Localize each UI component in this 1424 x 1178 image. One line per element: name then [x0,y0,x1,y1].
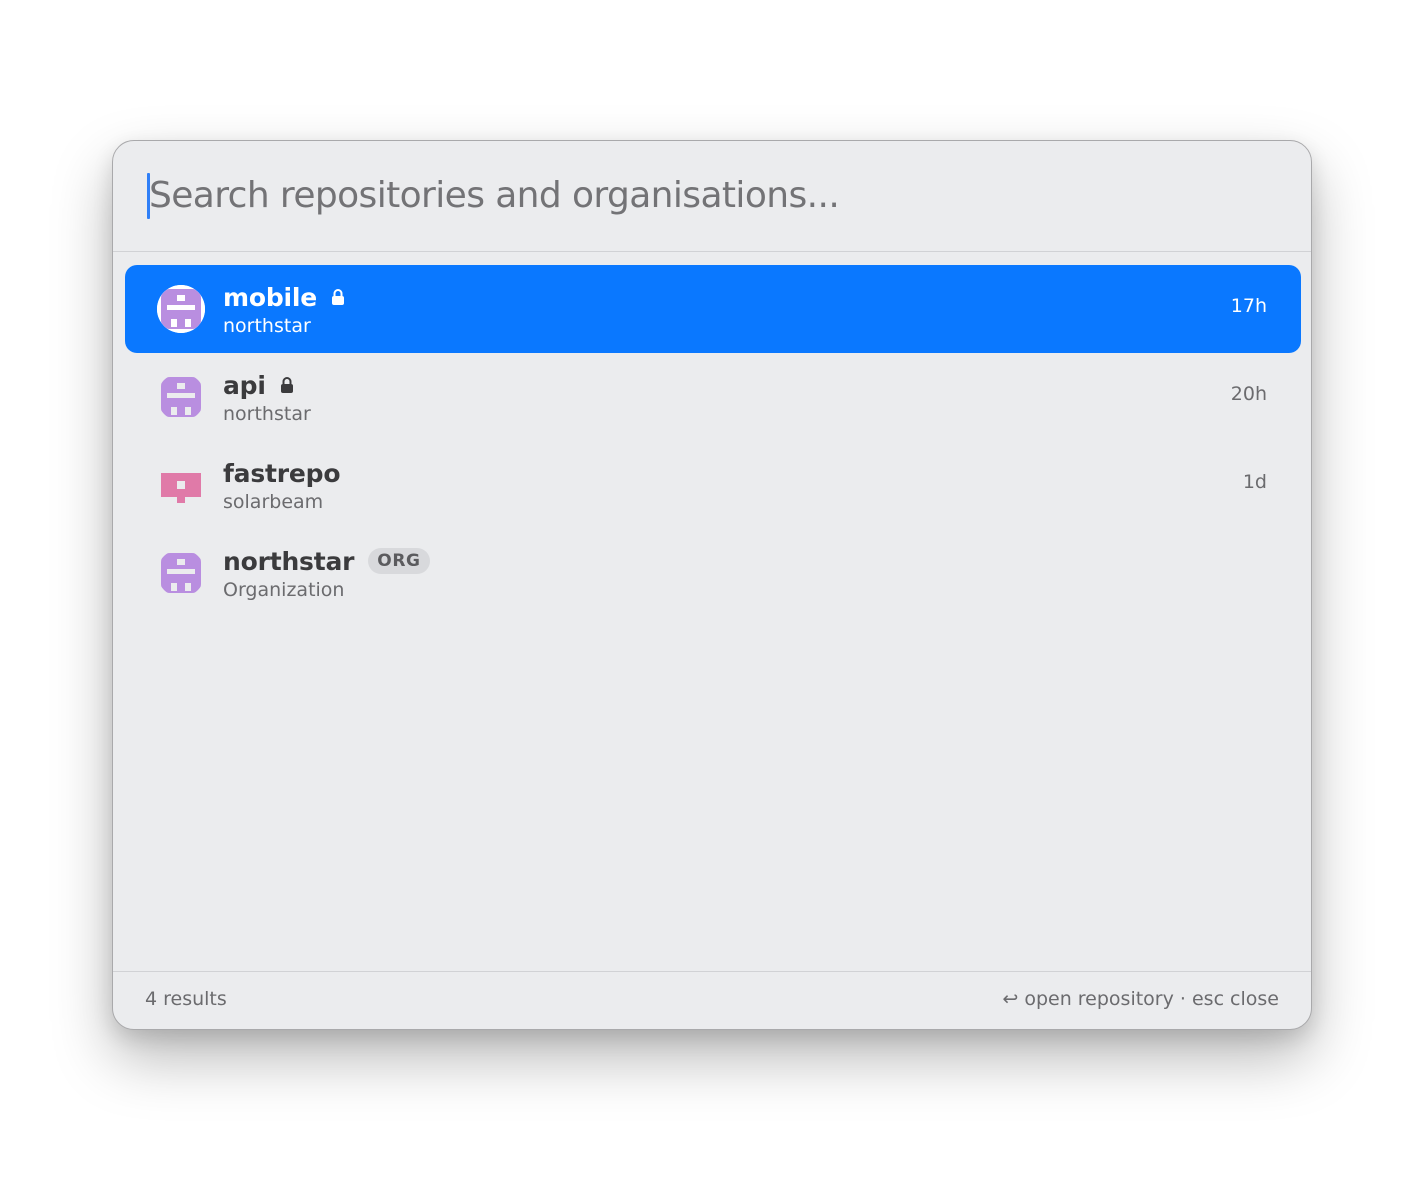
result-title: fastrepo [223,455,341,491]
repo-owner: northstar [223,315,311,337]
northstar-identicon-icon [157,285,205,333]
result-row-fastrepo[interactable]: fastrepo solarbeam 1d [125,441,1301,529]
solarbeam-identicon-icon [157,461,205,509]
hint-text: open repository · esc close [1024,988,1279,1010]
results-count: 4 results [145,988,227,1010]
northstar-identicon-icon [157,549,205,597]
keyboard-hints: ↩ open repository · esc close [1002,988,1279,1010]
repo-name: api [223,370,266,400]
result-title: api [223,367,294,403]
org-name: northstar [223,546,355,576]
updated-time: 17h [1230,295,1267,317]
result-row-mobile[interactable]: mobile northstar 17h [125,265,1301,353]
repo-name: fastrepo [223,458,341,488]
lock-icon [280,376,294,394]
result-row-api[interactable]: api northstar 20h [125,353,1301,441]
org-subtitle: Organization [223,579,345,601]
result-title: northstar ORG [223,543,430,579]
repo-owner: northstar [223,403,311,425]
enter-key-icon: ↩ [1002,988,1019,1010]
search-input[interactable] [149,167,1249,223]
results-list: mobile northstar 17h api northstar 20h f… [125,265,1301,617]
result-row-northstar-org[interactable]: northstar ORG Organization [125,529,1301,617]
status-footer: 4 results ↩ open repository · esc close [113,971,1311,1029]
repo-name: mobile [223,282,318,312]
repo-owner: solarbeam [223,491,324,513]
org-badge: ORG [368,548,430,574]
updated-time: 1d [1242,471,1267,493]
result-title: mobile [223,279,345,315]
northstar-identicon-icon [157,373,205,421]
lock-icon [331,288,345,306]
command-palette: mobile northstar 17h [112,140,1312,1030]
search-bar [113,141,1311,252]
updated-time: 20h [1230,383,1267,405]
